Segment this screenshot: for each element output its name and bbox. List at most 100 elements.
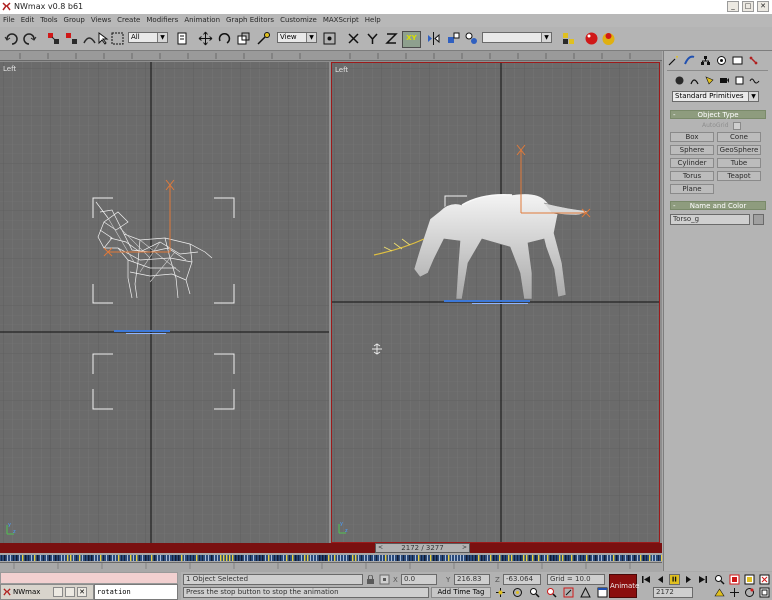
restrict-y-icon[interactable] [365,31,380,46]
previous-frame-icon[interactable] [655,574,666,585]
zoom-extents-selected-icon[interactable] [744,574,755,585]
selection-filter-dropdown[interactable]: All ▼ [128,32,168,43]
material-editor-icon[interactable] [464,31,479,46]
display-tab-icon[interactable] [732,55,743,66]
plane-button[interactable]: Plane [670,184,714,194]
zoom-icon[interactable] [529,587,540,598]
move-icon[interactable] [198,31,213,46]
track-bar[interactable] [0,553,663,572]
menu-graph-editors[interactable]: Graph Editors [223,14,277,27]
go-to-start-icon[interactable] [641,574,652,585]
space-warps-category-icon[interactable] [749,75,760,86]
menu-modifiers[interactable]: Modifiers [143,14,181,27]
cylinder-button[interactable]: Cylinder [670,158,714,168]
cone-button[interactable]: Cone [717,132,761,142]
go-to-end-icon[interactable] [697,574,708,585]
sphere-button[interactable]: Sphere [670,145,714,155]
stop-animation-icon[interactable] [669,574,680,585]
viewport-left[interactable]: Left yz [0,62,329,543]
shapes-category-icon[interactable] [689,75,700,86]
restrict-z-icon[interactable] [384,31,399,46]
category-dropdown[interactable]: Standard Primitives ▼ [672,91,759,102]
select-region-icon[interactable] [110,31,125,46]
time-slider-thumb[interactable]: < 2172 / 3277 > [375,543,470,553]
field-of-view-icon[interactable] [580,587,591,598]
reference-coordinate-dropdown[interactable]: View ▼ [277,32,317,43]
scale-icon[interactable] [236,31,251,46]
teapot-button[interactable]: Teapot [717,171,761,181]
geosphere-button[interactable]: GeoSphere [717,145,761,155]
current-frame-field[interactable]: 2172 [653,587,693,598]
maxscript-listener-input[interactable]: rotation [94,584,178,600]
zoom-extents-icon[interactable] [714,574,725,585]
restrict-xy-button[interactable]: XY [402,31,421,48]
lock-selection-icon[interactable] [366,575,375,584]
next-frame-icon[interactable] [683,574,694,585]
render-scene-icon[interactable] [584,31,599,46]
taskbar-close-button[interactable]: ✕ [77,587,87,597]
hierarchy-tab-icon[interactable] [700,55,711,66]
taskbar-restore-button[interactable] [65,587,75,597]
maximize-viewport-icon[interactable] [597,587,608,598]
object-type-rollout-header[interactable]: - Object Type [670,110,766,119]
absolute-mode-icon[interactable] [379,574,390,585]
zoom-all-icon[interactable] [546,587,557,598]
geometry-category-icon[interactable] [674,75,685,86]
named-selection-dropdown[interactable]: ▼ [482,32,552,43]
cameras-category-icon[interactable] [719,75,730,86]
pan-icon[interactable] [495,587,506,598]
mirror-icon[interactable] [426,31,441,46]
track-view-icon[interactable] [561,31,576,46]
taskbar-button-nwmax[interactable]: NWmax ✕ [0,584,94,600]
menu-create[interactable]: Create [114,14,143,27]
walk-through-icon[interactable] [729,587,740,598]
viewport-right[interactable]: Left yz [331,62,660,543]
minimize-button[interactable]: _ [727,1,739,12]
bind-to-space-warp-icon[interactable] [82,31,97,46]
restrict-x-icon[interactable] [346,31,361,46]
key-mode-icon[interactable] [714,587,725,598]
zoom-extents-all-icon[interactable] [729,574,740,585]
lights-category-icon[interactable] [704,75,715,86]
time-next-icon[interactable]: > [462,544,467,552]
autogrid-checkbox[interactable] [733,122,741,130]
utilities-tab-icon[interactable] [748,55,759,66]
maxscript-listener-output[interactable] [0,572,178,584]
viewport-left-label[interactable]: Left [3,65,16,73]
close-button[interactable]: ✕ [757,1,769,12]
name-and-color-rollout-header[interactable]: - Name and Color [670,201,766,210]
z-coordinate-field[interactable]: -63.064 [503,574,541,585]
unlink-selection-icon[interactable] [64,31,79,46]
tube-button[interactable]: Tube [717,158,761,168]
modify-tab-icon[interactable] [684,55,695,66]
menu-group[interactable]: Group [61,14,88,27]
menu-animation[interactable]: Animation [181,14,223,27]
align-icon[interactable] [446,31,461,46]
motion-tab-icon[interactable] [716,55,727,66]
menu-customize[interactable]: Customize [277,14,320,27]
pivot-center-icon[interactable] [322,31,337,46]
time-prev-icon[interactable]: < [378,544,383,552]
time-slider[interactable] [0,543,662,553]
helpers-category-icon[interactable] [734,75,745,86]
box-button[interactable]: Box [670,132,714,142]
select-by-name-icon[interactable] [176,31,191,46]
select-and-link-icon[interactable] [46,31,61,46]
redo-icon[interactable] [22,31,37,46]
object-name-field[interactable]: Torso_g [670,214,750,225]
menu-help[interactable]: Help [362,14,384,27]
maximize-button[interactable]: □ [742,1,754,12]
menu-file[interactable]: File [0,14,18,27]
torus-button[interactable]: Torus [670,171,714,181]
select-manipulate-icon[interactable] [256,31,271,46]
viewport-right-label[interactable]: Left [335,66,348,74]
undo-icon[interactable] [4,31,19,46]
select-object-icon[interactable] [96,31,111,46]
x-coordinate-field[interactable]: 0.0 [401,574,437,585]
animate-button[interactable]: Animate [609,574,639,598]
menu-tools[interactable]: Tools [37,14,60,27]
menu-views[interactable]: Views [88,14,114,27]
taskbar-minimize-button[interactable] [53,587,63,597]
arc-rotate-icon[interactable] [512,587,523,598]
add-time-tag-button[interactable]: Add Time Tag [431,587,491,598]
